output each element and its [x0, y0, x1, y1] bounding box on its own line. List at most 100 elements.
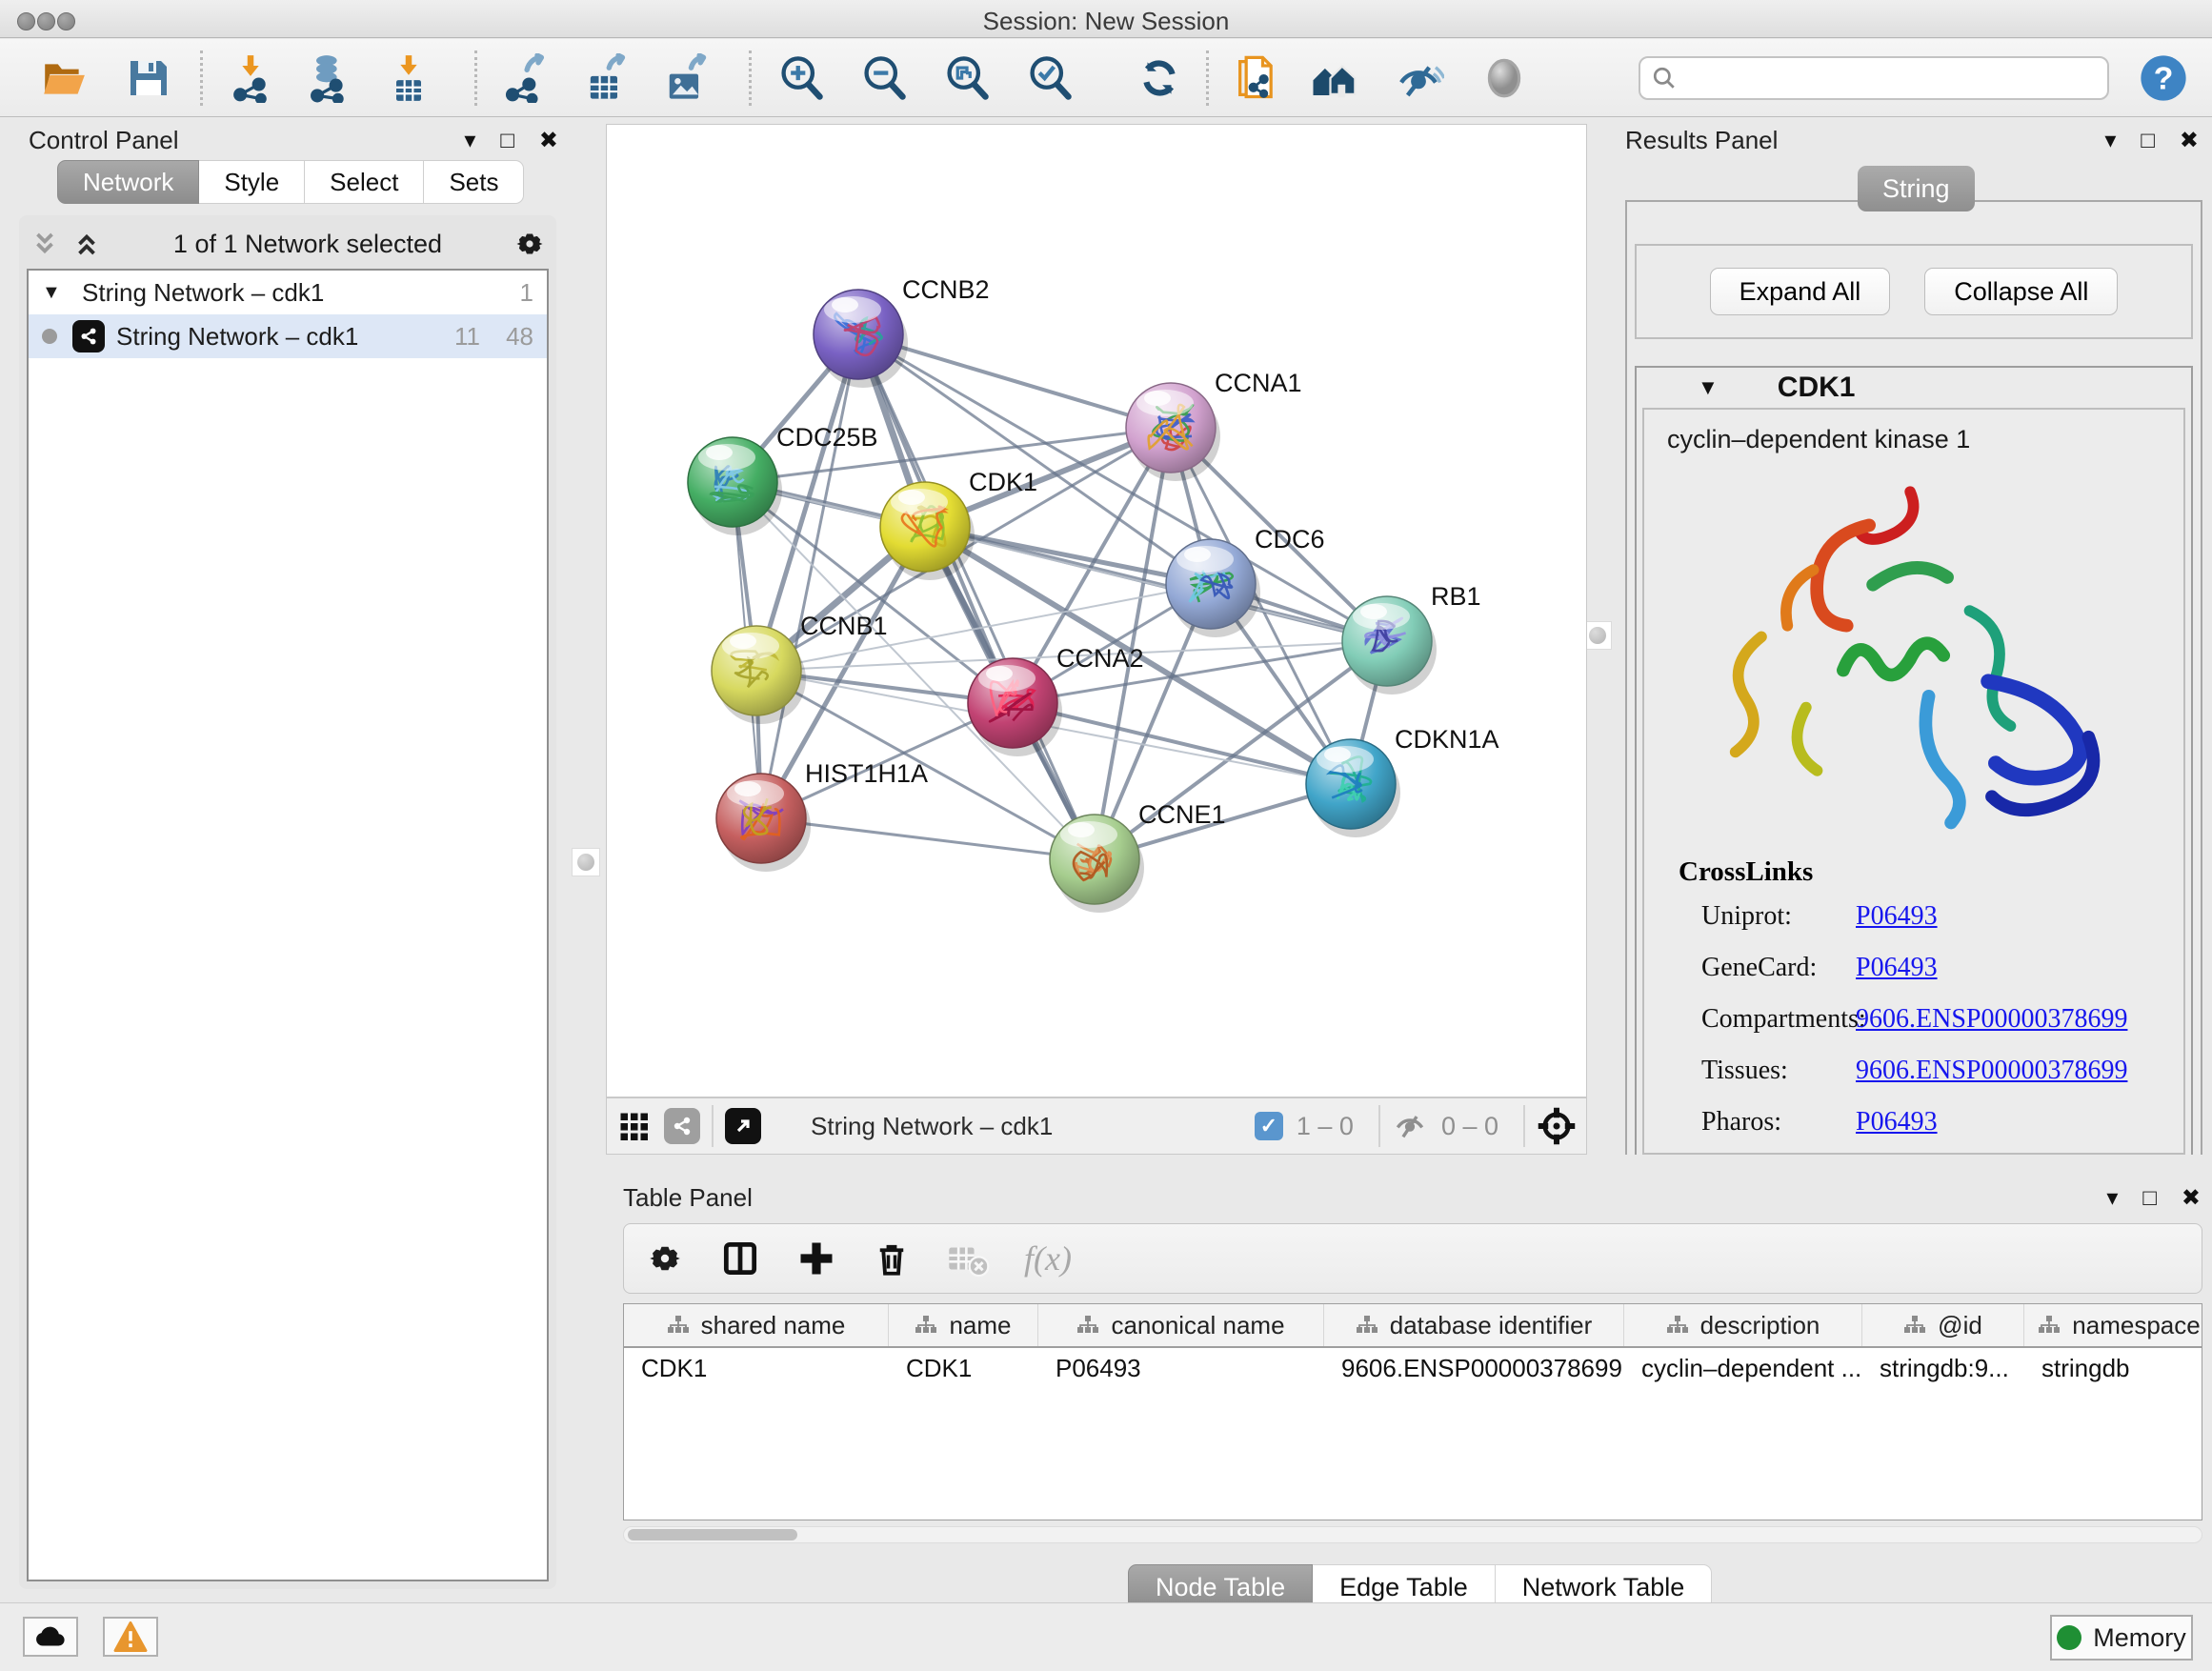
table-cell[interactable]: 9606.ENSP00000378699 [1324, 1348, 1624, 1388]
zoom-in-icon [776, 53, 826, 103]
crosslink-link[interactable]: 9606.ENSP00000378699 [1856, 1056, 2127, 1086]
table-horizontal-scrollbar[interactable] [623, 1526, 2202, 1543]
close-panel-icon[interactable]: ✖ [539, 130, 558, 152]
network-graph[interactable]: CCNB2CCNA1CDC25BCDK1CDC6RB1CCNB1CCNA2CDK… [607, 125, 1586, 1097]
hide-glasses-button[interactable] [1393, 52, 1444, 104]
panel-menu-icon[interactable]: ▾ [2104, 130, 2116, 152]
tab-select[interactable]: Select [305, 160, 424, 204]
column-header-name[interactable]: name [889, 1304, 1038, 1346]
export-table-button[interactable] [579, 52, 631, 104]
graph-node-CCNA1[interactable] [1126, 383, 1220, 481]
crosslink-link[interactable]: 9606.ENSP00000378699 [1856, 1004, 2127, 1035]
scrollbar-thumb[interactable] [628, 1529, 797, 1540]
import-network-from-file-button[interactable] [225, 52, 276, 104]
open-external-icon[interactable] [725, 1108, 761, 1144]
network-canvas[interactable]: CCNB2CCNA1CDC25BCDK1CDC6RB1CCNB1CCNA2CDK… [606, 124, 1587, 1097]
tab-network[interactable]: Network [57, 160, 199, 204]
search-input[interactable] [1686, 65, 2096, 91]
left-splitter-handle[interactable] [572, 848, 600, 876]
table-cell[interactable]: CDK1 [624, 1348, 889, 1388]
graph-node-CDKN1A[interactable] [1306, 739, 1400, 837]
panel-menu-icon[interactable]: ▾ [2106, 1187, 2118, 1210]
search-icon [1652, 66, 1677, 91]
section-expander-icon[interactable]: ▼ [1698, 375, 1719, 400]
float-panel-icon[interactable]: □ [2141, 130, 2155, 152]
column-header-canonicalname[interactable]: canonical name [1038, 1304, 1324, 1346]
window-title: Session: New Session [0, 7, 2212, 36]
node-table: shared namenamecanonical namedatabase id… [623, 1303, 2202, 1520]
cloud-status-button[interactable] [23, 1617, 78, 1657]
delete-column-trash-icon[interactable] [872, 1238, 912, 1278]
column-header-databaseidentifier[interactable]: database identifier [1324, 1304, 1624, 1346]
table-cell[interactable]: CDK1 [889, 1348, 1038, 1388]
collapse-all-chevrons-icon[interactable] [29, 230, 61, 258]
graph-node-RB1[interactable] [1342, 596, 1437, 695]
show-columns-icon[interactable] [719, 1238, 761, 1279]
table-cell[interactable]: stringdb:9... [1862, 1348, 2024, 1388]
zoom-out-button[interactable] [858, 52, 910, 104]
export-image-button[interactable] [659, 52, 711, 104]
selected-checkbox-icon[interactable]: ✓ [1255, 1112, 1283, 1140]
float-panel-icon[interactable]: □ [2142, 1187, 2157, 1210]
graph-node-CCNE1[interactable] [1050, 815, 1144, 913]
expand-all-button[interactable]: Expand All [1710, 268, 1891, 315]
table-cell[interactable]: stringdb [2024, 1348, 2202, 1388]
crosslink-row: Pharos:P06493 [1679, 1107, 2183, 1137]
crosslink-link[interactable]: P06493 [1856, 953, 1938, 983]
column-header-description[interactable]: description [1624, 1304, 1862, 1346]
refresh-view-button[interactable] [1134, 52, 1185, 104]
graph-node-CDC25B[interactable] [688, 437, 782, 535]
hidden-eye-slash-icon[interactable] [1392, 1110, 1428, 1142]
import-network-from-database-button[interactable] [303, 52, 354, 104]
preview-sphere-button[interactable] [1478, 52, 1530, 104]
import-table-from-file-button[interactable] [383, 52, 434, 104]
zoom-fit-icon [942, 53, 992, 103]
right-splitter-handle[interactable] [1583, 621, 1612, 650]
tab-string[interactable]: String [1858, 166, 1975, 211]
zoom-selected-button[interactable] [1024, 52, 1076, 104]
zoom-in-button[interactable] [775, 52, 827, 104]
birdseye-crosshair-icon[interactable] [1537, 1106, 1577, 1146]
network-collection-row[interactable]: ▼ String Network – cdk1 1 [29, 271, 547, 314]
graph-node-CDK1[interactable] [880, 482, 975, 580]
add-column-icon[interactable] [795, 1238, 837, 1279]
tab-style[interactable]: Style [199, 160, 305, 204]
table-options-gear-icon[interactable] [645, 1238, 685, 1278]
column-header-id[interactable]: @id [1862, 1304, 2024, 1346]
save-session-button[interactable] [122, 52, 173, 104]
collapse-all-button[interactable]: Collapse All [1924, 268, 2118, 315]
crosslink-link[interactable]: P06493 [1856, 901, 1938, 932]
collection-expander-icon[interactable]: ▼ [42, 282, 82, 304]
table-cell[interactable]: P06493 [1038, 1348, 1324, 1388]
help-button[interactable]: ? [2138, 52, 2189, 104]
crosslinks-heading: CrossLinks [1679, 856, 2183, 888]
home-sites-button[interactable] [1309, 52, 1360, 104]
open-session-button[interactable] [38, 52, 90, 104]
memory-button[interactable]: Memory [2050, 1615, 2193, 1661]
delete-table-icon [946, 1239, 990, 1278]
close-panel-icon[interactable]: ✖ [2182, 1187, 2201, 1210]
table-row[interactable]: CDK1CDK1P064939606.ENSP00000378699cyclin… [624, 1348, 2202, 1388]
crosslink-link[interactable]: P06493 [1856, 1107, 1938, 1137]
column-header-sharedname[interactable]: shared name [624, 1304, 889, 1346]
grid-view-icon[interactable] [616, 1109, 651, 1143]
float-panel-icon[interactable]: □ [500, 130, 514, 152]
warnings-button[interactable] [103, 1617, 158, 1657]
document-network-button[interactable] [1231, 52, 1282, 104]
close-panel-icon[interactable]: ✖ [2180, 130, 2199, 152]
cdk1-section-header[interactable]: ▼ CDK1 [1637, 368, 2191, 408]
expand-all-chevrons-icon[interactable] [70, 230, 103, 258]
network-row[interactable]: String Network – cdk1 11 48 [29, 314, 547, 358]
zoom-fit-button[interactable] [941, 52, 993, 104]
table-cell[interactable]: cyclin–dependent ... [1624, 1348, 1862, 1388]
export-network-button[interactable] [499, 52, 551, 104]
graph-node-HIST1H1A[interactable] [716, 774, 811, 872]
panel-menu-icon[interactable]: ▾ [464, 130, 475, 152]
tab-sets[interactable]: Sets [424, 160, 524, 204]
string-view-icon[interactable] [664, 1108, 700, 1144]
document-network-icon [1232, 53, 1281, 103]
network-options-gear-icon[interactable] [513, 227, 547, 261]
node-label-HIST1H1A: HIST1H1A [805, 759, 928, 788]
graph-node-CDC6[interactable] [1166, 539, 1260, 637]
column-header-namespace[interactable]: namespace [2024, 1304, 2202, 1346]
